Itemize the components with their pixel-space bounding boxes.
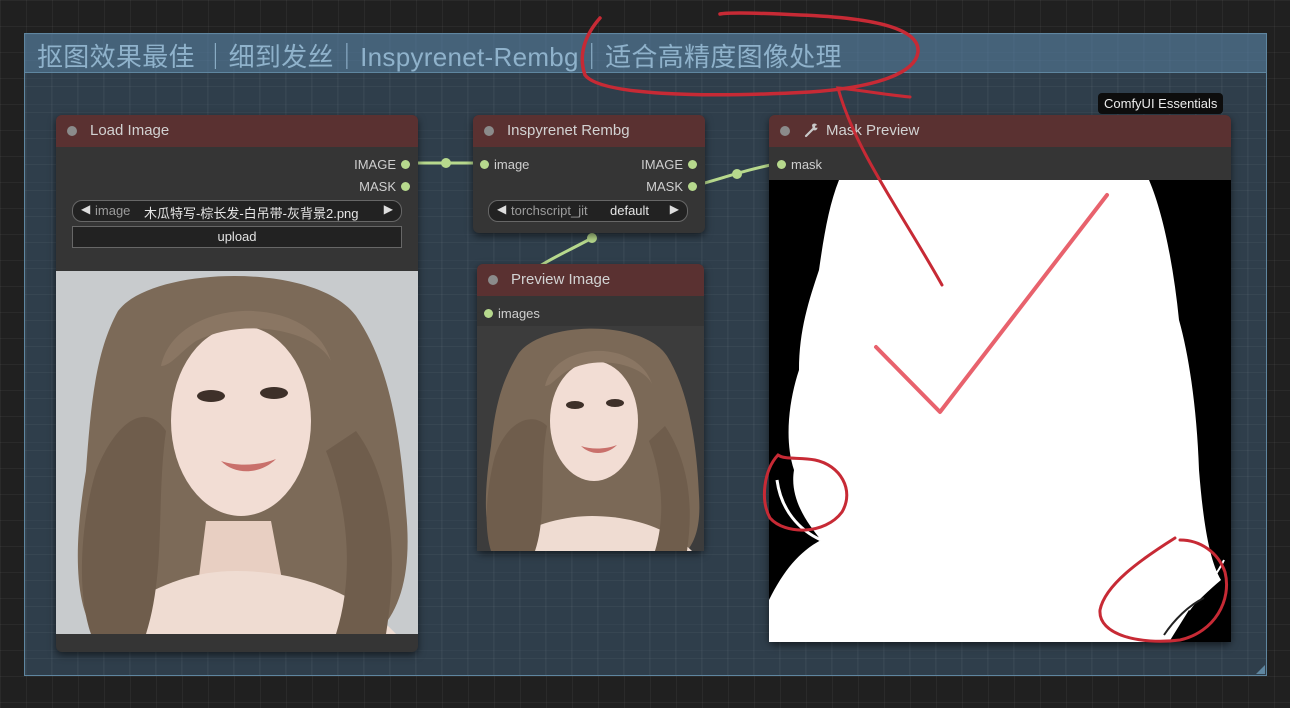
node-header[interactable]: Inspyrenet Rembg — [473, 115, 705, 147]
preview-drawing — [477, 326, 704, 551]
portrait-drawing — [56, 271, 418, 634]
node-preview-image[interactable]: Preview Image images — [477, 264, 704, 551]
node-inspyrenet-rembg[interactable]: Inspyrenet Rembg image IMAGE MASK ◀ torc… — [473, 115, 705, 233]
mask-silhouette — [769, 180, 1221, 642]
collapse-dot-icon[interactable] — [484, 126, 494, 136]
comfyui-essentials-badge: ComfyUI Essentials — [1098, 93, 1224, 114]
widget-value: default — [610, 203, 650, 218]
preview-result-image — [477, 326, 704, 551]
output-slot-image[interactable]: IMAGE — [354, 157, 410, 172]
input-slot-mask[interactable]: mask — [776, 157, 822, 172]
combo-left-arrow-icon[interactable]: ◀ — [81, 202, 90, 216]
image-combo-widget[interactable]: ◀ image 木瓜特写-棕长发-白吊带-灰背景2.png ▶ — [72, 200, 402, 222]
face — [171, 326, 311, 516]
node-title: Load Image — [90, 122, 170, 139]
widget-label: image — [95, 203, 131, 218]
eye-left — [566, 401, 584, 409]
collapse-dot-icon[interactable] — [780, 126, 790, 136]
torchscript-jit-widget[interactable]: ◀ torchscript_jit default ▶ — [488, 200, 688, 222]
collapse-dot-icon[interactable] — [488, 275, 498, 285]
upload-button[interactable]: upload — [72, 226, 402, 248]
eye-left — [197, 390, 225, 402]
eye-right — [260, 387, 288, 399]
link-rembg-to-preview — [539, 236, 593, 268]
mask-drawing — [769, 180, 1231, 642]
collapse-dot-icon[interactable] — [67, 126, 77, 136]
input-slot-images[interactable]: images — [484, 306, 540, 321]
combo-left-arrow-icon[interactable]: ◀ — [497, 202, 506, 216]
output-slot-mask[interactable]: MASK — [359, 179, 410, 194]
widget-value: 木瓜特写-棕长发-白吊带-灰背景2.png — [144, 206, 359, 221]
node-mask-preview[interactable]: Mask Preview mask — [769, 115, 1231, 642]
input-slot-image[interactable]: image — [479, 157, 529, 172]
node-header[interactable]: Load Image — [56, 115, 418, 147]
mask-result-image — [769, 180, 1231, 642]
output-slot-mask[interactable]: MASK — [646, 179, 697, 194]
combo-right-arrow-icon[interactable]: ▶ — [384, 202, 393, 216]
node-header[interactable]: Mask Preview — [769, 115, 1231, 147]
face — [550, 361, 638, 481]
eye-right — [606, 399, 624, 407]
wrench-icon — [803, 121, 819, 139]
output-slot-image[interactable]: IMAGE — [641, 157, 697, 172]
link-midpoint — [441, 158, 451, 168]
node-title: Mask Preview — [826, 122, 920, 139]
widget-label: torchscript_jit — [511, 203, 588, 218]
node-title: Preview Image — [511, 271, 611, 288]
link-midpoint — [732, 169, 742, 179]
combo-right-arrow-icon[interactable]: ▶ — [670, 202, 679, 216]
portrait-image — [56, 271, 418, 634]
node-title: Inspyrenet Rembg — [507, 122, 630, 139]
node-load-image[interactable]: Load Image IMAGE MASK ◀ image 木瓜特写-棕长发-白… — [56, 115, 418, 652]
link-midpoint — [587, 233, 597, 243]
node-header[interactable]: Preview Image — [477, 264, 704, 296]
